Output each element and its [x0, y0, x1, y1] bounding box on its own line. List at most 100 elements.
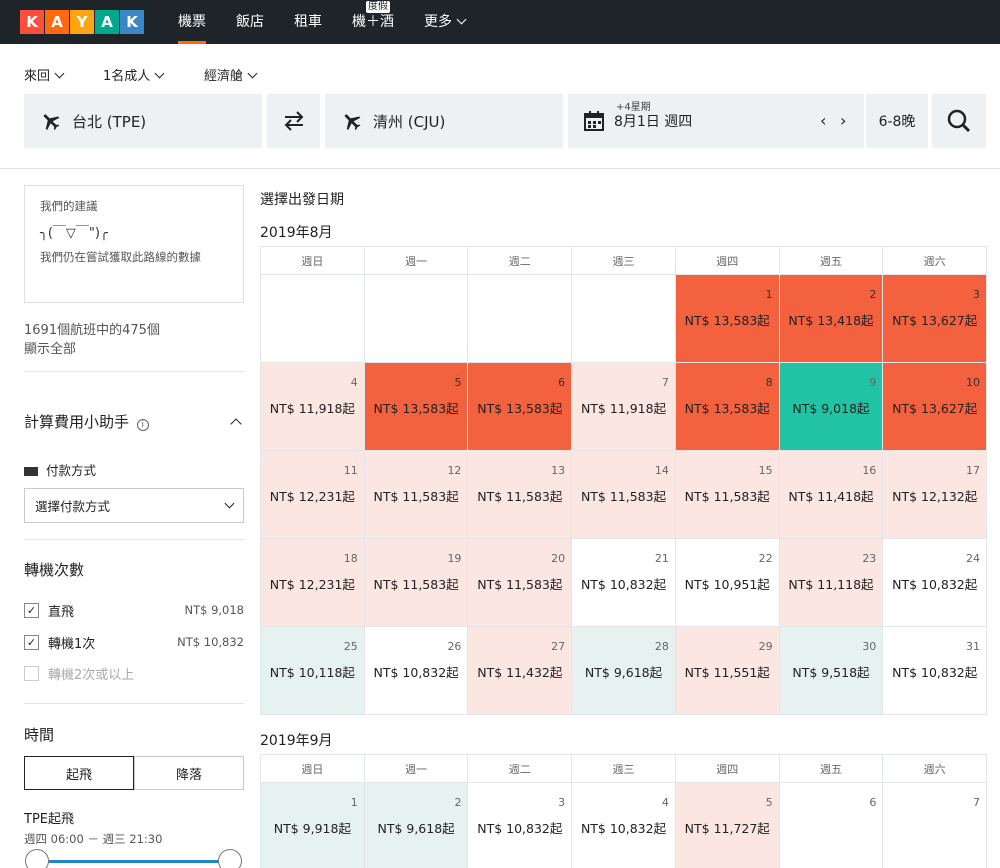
stops-nonstop-price: NT$ 9,018 [184, 603, 244, 617]
calendar-day-cell[interactable]: 19 NT$ 11,583起 [364, 539, 469, 627]
calendar-icon [584, 111, 604, 131]
stops-two-plus-label: 轉機2次或以上 [48, 667, 135, 683]
logo-letter: K [20, 10, 44, 34]
calendar-day-cell[interactable]: 8 NT$ 13,583起 [675, 363, 780, 451]
calendar-day-cell[interactable]: 6 NT$ 13,583起 [468, 363, 573, 451]
weekday-header: 週五 [779, 755, 884, 783]
day-price: NT$ 11,418起 [788, 489, 874, 504]
calendar-day-cell[interactable]: 30 NT$ 9,518起 [779, 627, 884, 715]
day-price: NT$ 11,583起 [580, 489, 667, 504]
calendar-day-cell[interactable]: 20 NT$ 11,583起 [468, 539, 573, 627]
trip-type-label: 來回 [24, 69, 51, 84]
chevron-up-icon[interactable] [230, 418, 242, 430]
chevron-down-icon [54, 68, 65, 79]
header-divider [0, 168, 1000, 169]
stops-nonstop[interactable]: ✓ 直飛 NT$ 9,018 [24, 600, 244, 620]
calendar-day-cell[interactable]: 6 [780, 783, 884, 868]
top-nav: KAYAK 機票 飯店 租車 度假 機＋酒 更多 [0, 0, 1000, 44]
calendar-day-cell[interactable]: 10 NT$ 13,627起 [883, 363, 988, 451]
stops-title: 轉機次數 [24, 561, 85, 579]
calendar-day-cell[interactable]: 7 NT$ 11,918起 [572, 363, 676, 451]
calendar-day-cell[interactable]: 2 NT$ 13,418起 [779, 275, 884, 363]
calendar-day-cell[interactable]: 17 NT$ 12,132起 [883, 451, 988, 539]
cabin-dropdown[interactable]: 經濟艙 [204, 65, 258, 84]
calendar-day-cell[interactable]: 16 NT$ 11,418起 [779, 451, 884, 539]
calendar-day-cell[interactable]: 21 NT$ 10,832起 [572, 539, 676, 627]
calendar-day-cell[interactable]: 5 NT$ 11,727起 [675, 783, 780, 868]
calendar-day-cell[interactable]: 11 NT$ 12,231起 [261, 451, 365, 539]
calendar-day-cell[interactable]: 26 NT$ 10,832起 [364, 627, 469, 715]
nav-more[interactable]: 更多 [424, 0, 467, 44]
calendar-day-cell[interactable]: 27 NT$ 11,432起 [468, 627, 573, 715]
nav-flights[interactable]: 機票 [178, 0, 206, 44]
prev-date-icon[interactable]: ‹ [820, 111, 826, 130]
plane-icon [43, 114, 60, 131]
calendar-day-cell[interactable]: 1 NT$ 13,583起 [675, 275, 780, 363]
calendar-grid-aug: 週日 週一 週二 週三 週四 週五 週六 1 NT$ 13,583起 2 NT$ 13,418起 3 N… [260, 246, 988, 715]
show-all-link[interactable]: 顯示全部 [24, 338, 76, 357]
checkbox-checked[interactable]: ✓ [24, 602, 39, 618]
calendar-day-cell[interactable]: 4 NT$ 11,918起 [261, 363, 365, 451]
time-slider-track[interactable] [36, 860, 230, 863]
travelers-dropdown[interactable]: 1名成人 [103, 65, 165, 84]
nav-cars[interactable]: 租車 [294, 0, 322, 44]
slider-handle-end[interactable] [218, 849, 242, 868]
fee-helper-header[interactable]: 計算費用小助手 i [24, 411, 149, 432]
calendar-day-cell[interactable]: 1 NT$ 9,918起 [261, 783, 365, 868]
calendar-day-cell[interactable]: 23 NT$ 11,118起 [779, 539, 884, 627]
calendar-day-cell[interactable]: 3 NT$ 13,627起 [883, 275, 988, 363]
calendar-day-cell[interactable]: 29 NT$ 11,551起 [675, 627, 780, 715]
kayak-logo[interactable]: KAYAK [20, 10, 145, 34]
calendar-day-cell[interactable]: 22 NT$ 10,951起 [675, 539, 780, 627]
tab-arrival[interactable]: 降落 [134, 756, 244, 790]
calendar-day-cell[interactable]: 2 NT$ 9,618起 [364, 783, 469, 868]
search-button[interactable] [932, 94, 986, 148]
calendar-day-cell[interactable]: 18 NT$ 12,231起 [261, 539, 365, 627]
day-number: 25 [343, 640, 358, 653]
calendar-day-cell[interactable]: 13 NT$ 11,583起 [468, 451, 573, 539]
calendar-day-cell[interactable]: 9 NT$ 9,018起 [779, 363, 884, 451]
date-field[interactable]: +4星期 8月1日 週四 ‹ › [568, 94, 864, 148]
day-price: NT$ 13,583起 [373, 401, 459, 416]
calendar-day-cell[interactable]: 3 NT$ 10,832起 [468, 783, 573, 868]
destination-field[interactable]: 清州 (CJU) [325, 94, 563, 148]
nav-hotels[interactable]: 飯店 [236, 0, 264, 44]
calendar-day-cell[interactable]: 28 NT$ 9,618起 [572, 627, 676, 715]
slider-handle-start[interactable] [25, 849, 49, 868]
day-number: 3 [973, 288, 981, 301]
calendar-day-cell[interactable]: 25 NT$ 10,118起 [261, 627, 365, 715]
calendar-day-cell[interactable]: 31 NT$ 10,832起 [883, 627, 988, 715]
day-number: 29 [758, 640, 773, 653]
payment-select[interactable]: 選擇付款方式 [24, 488, 244, 523]
calendar-day-cell[interactable]: 24 NT$ 10,832起 [883, 539, 988, 627]
day-price: NT$ 13,418起 [788, 313, 874, 328]
calendar-day-cell[interactable]: 12 NT$ 11,583起 [364, 451, 469, 539]
day-price: NT$ 13,583起 [477, 401, 563, 416]
calendar-day-cell[interactable]: 4 NT$ 10,832起 [572, 783, 676, 868]
chevron-down-icon [224, 498, 235, 509]
calendar-day-cell[interactable]: 5 NT$ 13,583起 [364, 363, 469, 451]
swap-button[interactable] [267, 94, 320, 148]
nights-value: 6-8晚 [878, 114, 916, 130]
origin-field[interactable]: 台北 (TPE) [24, 94, 262, 148]
logo-letter: Y [70, 10, 94, 34]
advice-kaomoji: ╮(￣▽￣")╭ [40, 226, 108, 241]
day-number: 24 [966, 552, 981, 565]
stops-one[interactable]: ✓ 轉機1次 NT$ 10,832 [24, 632, 244, 652]
nav-packages[interactable]: 度假 機＋酒 [352, 0, 394, 44]
nights-field[interactable]: 6-8晚 [866, 94, 928, 148]
payment-label-row: 付款方式 [24, 460, 96, 479]
info-icon[interactable]: i [136, 419, 149, 431]
checkbox-checked[interactable]: ✓ [24, 634, 39, 650]
day-price: NT$ 10,832起 [373, 665, 459, 680]
swap-icon [284, 111, 303, 131]
tab-departure[interactable]: 起飛 [24, 756, 134, 790]
day-price: NT$ 13,627起 [892, 313, 978, 328]
next-date-icon[interactable]: › [840, 111, 846, 130]
calendar-day-cell[interactable]: 15 NT$ 11,583起 [675, 451, 780, 539]
credit-card-icon [24, 467, 38, 476]
day-number: 1 [765, 288, 773, 301]
trip-type-dropdown[interactable]: 來回 [24, 65, 65, 84]
calendar-day-cell[interactable]: 14 NT$ 11,583起 [572, 451, 676, 539]
calendar-day-cell[interactable]: 7 [883, 783, 988, 868]
